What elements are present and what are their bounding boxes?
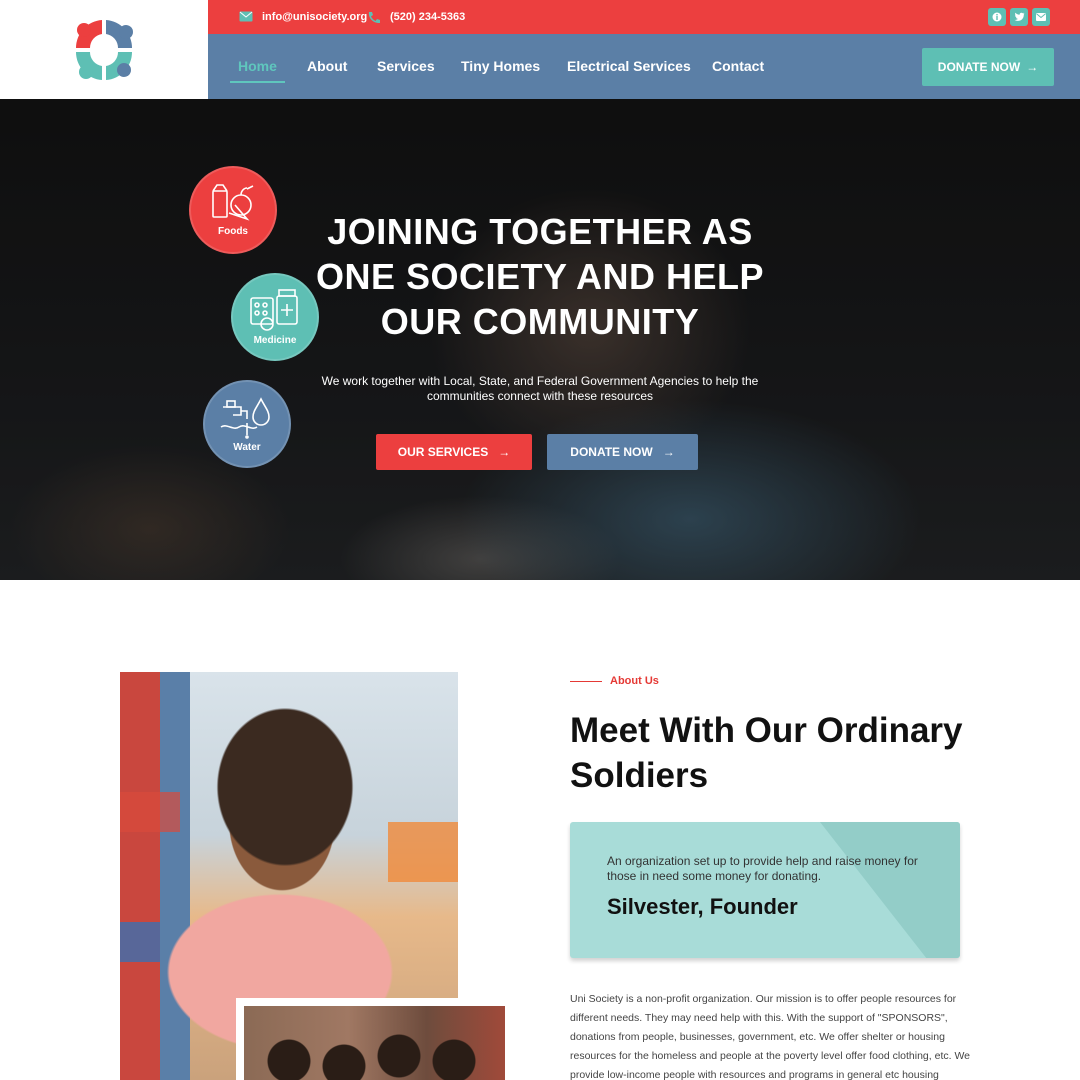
arrow-right-icon: →	[498, 445, 511, 459]
water-icon	[220, 397, 270, 439]
social-links	[988, 8, 1050, 26]
photo-shelf-detail	[388, 822, 458, 882]
email-contact[interactable]: info@unisociety.org	[239, 0, 367, 34]
photo-shelf-detail	[120, 792, 180, 832]
founder-name: Silvester, Founder	[607, 894, 798, 919]
phone-icon	[367, 11, 381, 24]
email-text: info@unisociety.org	[262, 11, 368, 23]
badge-foods[interactable]: Foods	[189, 166, 277, 254]
nav-home[interactable]: Home	[230, 58, 285, 83]
about-us-label-text: About Us	[610, 675, 659, 687]
page: info@unisociety.org (520) 234-5363 Home …	[0, 0, 1080, 1080]
donate-now-hero-button[interactable]: DONATE NOW →	[547, 434, 698, 470]
donate-now-hero-label: DONATE NOW	[570, 445, 653, 459]
donate-now-header-button[interactable]: DONATE NOW →	[922, 48, 1054, 86]
about-inset-photo	[236, 998, 509, 1080]
nav-services[interactable]: Services	[377, 58, 435, 74]
quote-box-decoration	[820, 822, 960, 958]
phone-text: (520) 234-5363	[390, 11, 466, 23]
logo-icon	[64, 9, 144, 90]
founder-quote-box: An organization set up to provide help a…	[570, 822, 960, 958]
badge-water[interactable]: Water	[203, 380, 291, 468]
food-icon	[212, 184, 254, 221]
mail-icon[interactable]	[1032, 8, 1050, 26]
about-body-text: Uni Society is a non-profit organization…	[570, 993, 971, 1080]
badge-water-label: Water	[233, 442, 261, 453]
nav-contact[interactable]: Contact	[712, 58, 764, 74]
inset-photo-image	[244, 1006, 505, 1080]
nav-electrical-services[interactable]: Electrical Services	[567, 58, 691, 74]
founder-quote-text: An organization set up to provide help a…	[607, 854, 918, 883]
logo[interactable]	[0, 0, 208, 99]
about-us-label: About Us	[570, 675, 659, 687]
arrow-right-icon: →	[1026, 60, 1039, 74]
info-icon[interactable]	[988, 8, 1006, 26]
label-divider	[570, 680, 602, 682]
hero-section: Foods Medicine Water JOINING TOGETHER AS…	[0, 99, 1080, 580]
top-contact-bar: info@unisociety.org (520) 234-5363	[208, 0, 1080, 34]
about-title: Meet With Our Ordinary Soldiers	[570, 711, 963, 795]
hero-title: JOINING TOGETHER AS ONE SOCIETY AND HELP…	[315, 211, 765, 342]
nav-about[interactable]: About	[307, 58, 347, 74]
photo-shelf-detail	[120, 922, 160, 962]
our-services-button[interactable]: OUR SERVICES →	[376, 434, 532, 470]
twitter-icon[interactable]	[1010, 8, 1028, 26]
our-services-label: OUR SERVICES	[397, 445, 489, 459]
arrow-right-icon: →	[662, 445, 675, 459]
badge-foods-label: Foods	[218, 226, 248, 237]
main-navbar: Home About Services Tiny Homes Electrica…	[208, 34, 1080, 99]
hero-subtitle: We work together with Local, State, and …	[321, 374, 759, 403]
donate-now-header-label: DONATE NOW	[937, 60, 1021, 74]
phone-contact[interactable]: (520) 234-5363	[367, 0, 465, 34]
nav-tiny-homes[interactable]: Tiny Homes	[461, 58, 540, 74]
mail-icon	[239, 11, 253, 23]
